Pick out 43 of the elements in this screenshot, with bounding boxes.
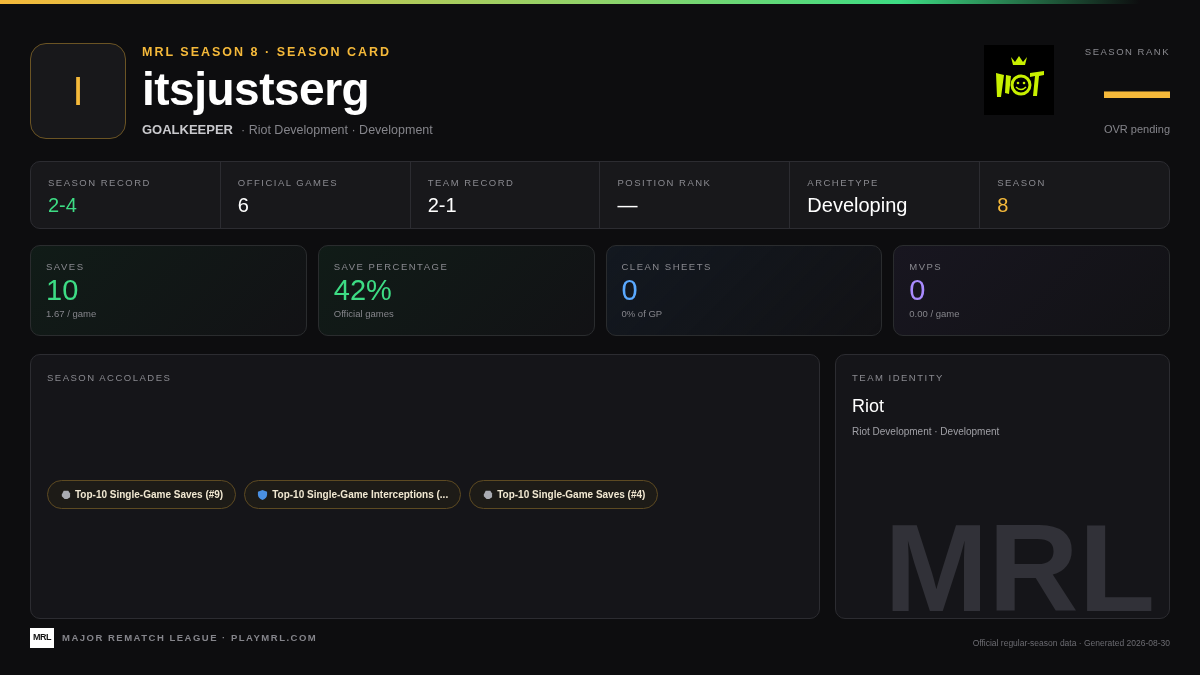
eyebrow-label: MRL SEASON 8 · SEASON CARD	[142, 44, 392, 61]
stat-value: 2-4	[48, 192, 78, 217]
team-subtitle: Riot Development · Development	[852, 424, 1001, 439]
accolade-chip: Top-10 Single-Game Saves (#4)	[469, 479, 659, 509]
stat-value: 42%	[333, 273, 393, 308]
panel-title: SEASON ACCOLADES	[47, 370, 173, 385]
stat-label: POSITION RANK	[617, 175, 713, 190]
avatar-initial: I	[30, 43, 126, 140]
stat-label: TEAM RECORD	[427, 175, 516, 190]
stat-value: 8	[997, 192, 1010, 217]
stat-label: SEASON RECORD	[48, 175, 152, 190]
stat-value: 0	[909, 273, 927, 308]
stat-label: SEASON	[997, 175, 1047, 190]
stat-note: 0% of GP	[621, 307, 664, 322]
panel-title: TEAM IDENTITY	[852, 370, 945, 385]
stat-note: 0.00 / game	[909, 307, 961, 322]
league-name: MAJOR REMATCH LEAGUE · PLAYMRL.COM	[62, 630, 318, 645]
team-line: · Riot Development · Development	[241, 121, 433, 139]
stat-label: SAVE PERCENTAGE	[333, 259, 450, 274]
accolade-chip: Top-10 Single-Game Interceptions (...	[244, 479, 462, 509]
stat-note: 1.67 / game	[46, 307, 98, 322]
stat-label: ARCHETYPE	[807, 175, 880, 190]
stat-note: Official games	[333, 307, 395, 322]
team-name: Riot	[852, 394, 885, 418]
stat-value: —	[617, 192, 639, 217]
stat-value: 10	[46, 273, 80, 308]
league-logo: MRL	[30, 627, 54, 648]
stat-label: OFFICIAL GAMES	[237, 175, 340, 190]
stat-label: CLEAN SHEETS	[621, 259, 713, 274]
stat-label: SAVES	[46, 259, 86, 274]
rank-note: OVR pending	[1103, 122, 1170, 138]
position-label: GOALKEEPER	[142, 120, 233, 139]
rank-value: —	[1104, 67, 1170, 114]
footer-note: Official regular-season data · Generated 2026-08-30	[972, 636, 1170, 650]
stat-value: 2-1	[427, 192, 458, 217]
stat-value: 0	[621, 273, 639, 308]
accolade-chip: Top-10 Single-Game Saves (#9)	[47, 479, 237, 509]
stat-value: Developing	[807, 192, 909, 217]
stat-value: 6	[237, 192, 250, 217]
shield-icon	[257, 488, 269, 500]
stat-label: MVPS	[909, 259, 944, 274]
rank-label: SEASON RANK	[1084, 44, 1170, 59]
smiley-crown-icon	[984, 44, 1054, 115]
